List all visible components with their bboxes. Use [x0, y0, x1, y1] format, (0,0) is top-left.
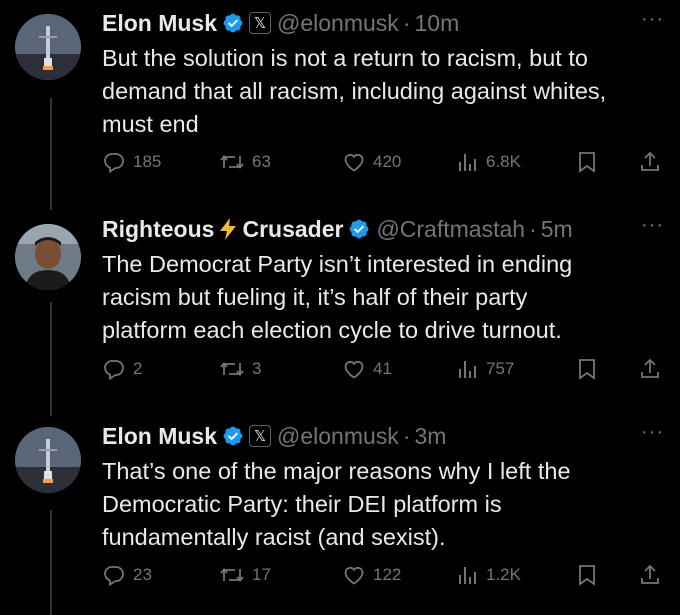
more-icon[interactable]: ··· — [641, 422, 664, 442]
tweet[interactable]: Elon Musk 𝕏 @elonmusk · 10m ··· But the … — [0, 6, 680, 196]
lightning-icon — [218, 217, 238, 241]
more-icon[interactable]: ··· — [641, 215, 664, 235]
views-icon — [459, 154, 476, 171]
reply-count: 23 — [133, 565, 152, 584]
display-name[interactable]: Elon Musk — [102, 6, 217, 40]
like-count: 420 — [373, 152, 402, 171]
separator: · — [402, 423, 411, 449]
like-button[interactable]: 420 — [342, 147, 401, 177]
tweet-header: Elon Musk 𝕏 @elonmusk · 10m — [102, 6, 459, 40]
display-name-part1[interactable]: Righteous — [102, 212, 214, 246]
tweet-actions: 2 3 41 757 — [102, 354, 664, 384]
verified-icon — [348, 218, 370, 240]
like-button[interactable]: 122 — [342, 560, 401, 590]
views-count: 1.2K — [486, 565, 521, 584]
separator: · — [529, 216, 537, 242]
display-name-part2[interactable]: Crusader — [242, 212, 343, 246]
tweet[interactable]: Elon Musk 𝕏 @elonmusk · 3m ··· That’s on… — [0, 419, 680, 609]
views-count: 757 — [486, 359, 515, 378]
repost-button[interactable]: 3 — [219, 354, 261, 384]
repost-count: 17 — [252, 565, 271, 584]
reply-icon — [104, 566, 124, 587]
timestamp[interactable]: 5m — [541, 212, 573, 246]
verified-icon — [222, 425, 244, 447]
reply-button[interactable]: 185 — [102, 147, 161, 177]
handle[interactable]: @elonmusk — [277, 419, 399, 453]
tweet-header: Elon Musk 𝕏 @elonmusk · 3m — [102, 419, 446, 453]
avatar-image — [15, 14, 81, 80]
reply-icon — [104, 360, 124, 381]
reply-count: 2 — [133, 359, 143, 378]
repost-icon — [220, 155, 244, 169]
bookmark-button[interactable] — [576, 560, 598, 590]
avatar-image — [15, 427, 81, 493]
avatar-image — [15, 224, 81, 290]
views-button[interactable]: 6.8K — [457, 147, 521, 177]
bookmark-icon — [579, 359, 595, 380]
verified-icon — [222, 12, 244, 34]
repost-icon — [220, 568, 244, 582]
repost-count: 63 — [252, 152, 271, 171]
avatar[interactable] — [15, 14, 81, 80]
repost-icon — [220, 362, 244, 376]
reply-button[interactable]: 2 — [102, 354, 142, 384]
like-icon — [344, 361, 364, 379]
timestamp[interactable]: 10m — [414, 6, 459, 40]
tweet-actions: 23 17 122 1.2K — [102, 560, 664, 590]
views-button[interactable]: 1.2K — [457, 560, 521, 590]
share-button[interactable] — [638, 354, 662, 384]
share-icon — [641, 358, 659, 378]
x-badge-icon: 𝕏 — [249, 425, 272, 447]
handle[interactable]: @Craftmastah — [376, 212, 525, 246]
avatar[interactable] — [15, 427, 81, 493]
share-icon — [641, 151, 659, 171]
like-icon — [344, 154, 364, 172]
tweet-text: But the solution is not a return to raci… — [102, 45, 607, 137]
share-button[interactable] — [638, 560, 662, 590]
bookmark-icon — [579, 565, 595, 586]
tweet-text: The Democrat Party isn’t interested in e… — [102, 251, 573, 343]
tweet-text: That’s one of the major reasons why I le… — [102, 458, 571, 550]
x-badge-icon: 𝕏 — [249, 12, 272, 34]
like-count: 122 — [373, 565, 402, 584]
reply-count: 185 — [133, 152, 162, 171]
share-button[interactable] — [638, 147, 662, 177]
display-name[interactable]: Elon Musk — [102, 419, 217, 453]
tweet[interactable]: Righteous Crusader @Craftmastah · 5m ···… — [0, 212, 680, 402]
reply-button[interactable]: 23 — [102, 560, 152, 590]
timestamp[interactable]: 3m — [414, 419, 446, 453]
like-icon — [344, 567, 364, 585]
tweet-header: Righteous Crusader @Craftmastah · 5m — [102, 212, 573, 246]
repost-button[interactable]: 17 — [219, 560, 271, 590]
views-icon — [459, 361, 476, 378]
tweet-actions: 185 63 420 6.8K — [102, 147, 664, 177]
views-button[interactable]: 757 — [457, 354, 514, 384]
repost-button[interactable]: 63 — [219, 147, 271, 177]
views-icon — [459, 567, 476, 584]
more-icon[interactable]: ··· — [641, 9, 664, 29]
bookmark-button[interactable] — [576, 147, 598, 177]
views-count: 6.8K — [486, 152, 521, 171]
avatar[interactable] — [15, 224, 81, 290]
bookmark-button[interactable] — [576, 354, 598, 384]
reply-icon — [104, 153, 124, 174]
like-button[interactable]: 41 — [342, 354, 392, 384]
share-icon — [641, 564, 659, 584]
bookmark-icon — [579, 152, 595, 173]
like-count: 41 — [373, 359, 392, 378]
repost-count: 3 — [252, 359, 262, 378]
separator: · — [402, 10, 411, 36]
handle[interactable]: @elonmusk — [277, 6, 399, 40]
